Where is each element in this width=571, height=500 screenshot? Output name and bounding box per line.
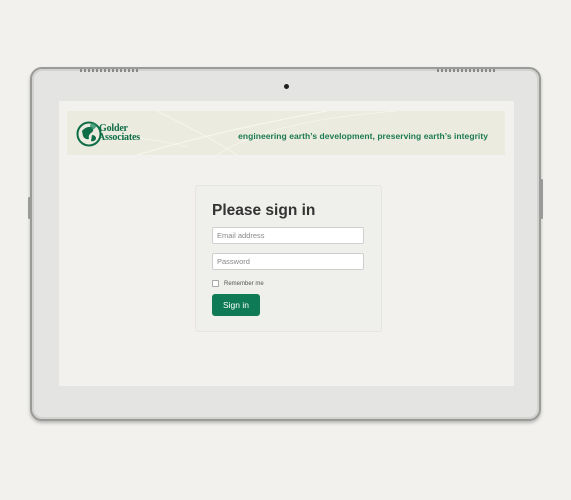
signin-heading: Please sign in <box>212 202 316 219</box>
remember-me-checkbox[interactable] <box>212 280 219 287</box>
remember-me-label: Remember me <box>224 280 264 287</box>
tagline: engineering earth’s development, preserv… <box>238 131 488 141</box>
brand-logo: Golder Associates <box>98 124 140 143</box>
remember-me-row[interactable]: Remember me <box>212 280 264 287</box>
header-banner: Golder Associates engineering earth’s de… <box>67 111 505 155</box>
signin-card: Please sign in Remember me Sign in <box>195 185 382 332</box>
sign-in-button[interactable]: Sign in <box>212 294 260 316</box>
logo-line-2: Associates <box>98 132 140 143</box>
email-input[interactable] <box>212 227 364 244</box>
tablet-frame: Golder Associates engineering earth’s de… <box>28 67 543 421</box>
side-button <box>28 197 31 219</box>
camera-icon <box>284 84 289 89</box>
speaker-grille-icon <box>437 69 495 72</box>
screen: Golder Associates engineering earth’s de… <box>59 101 514 386</box>
speaker-grille-icon <box>80 69 138 72</box>
password-input[interactable] <box>212 253 364 270</box>
side-button <box>540 179 543 219</box>
